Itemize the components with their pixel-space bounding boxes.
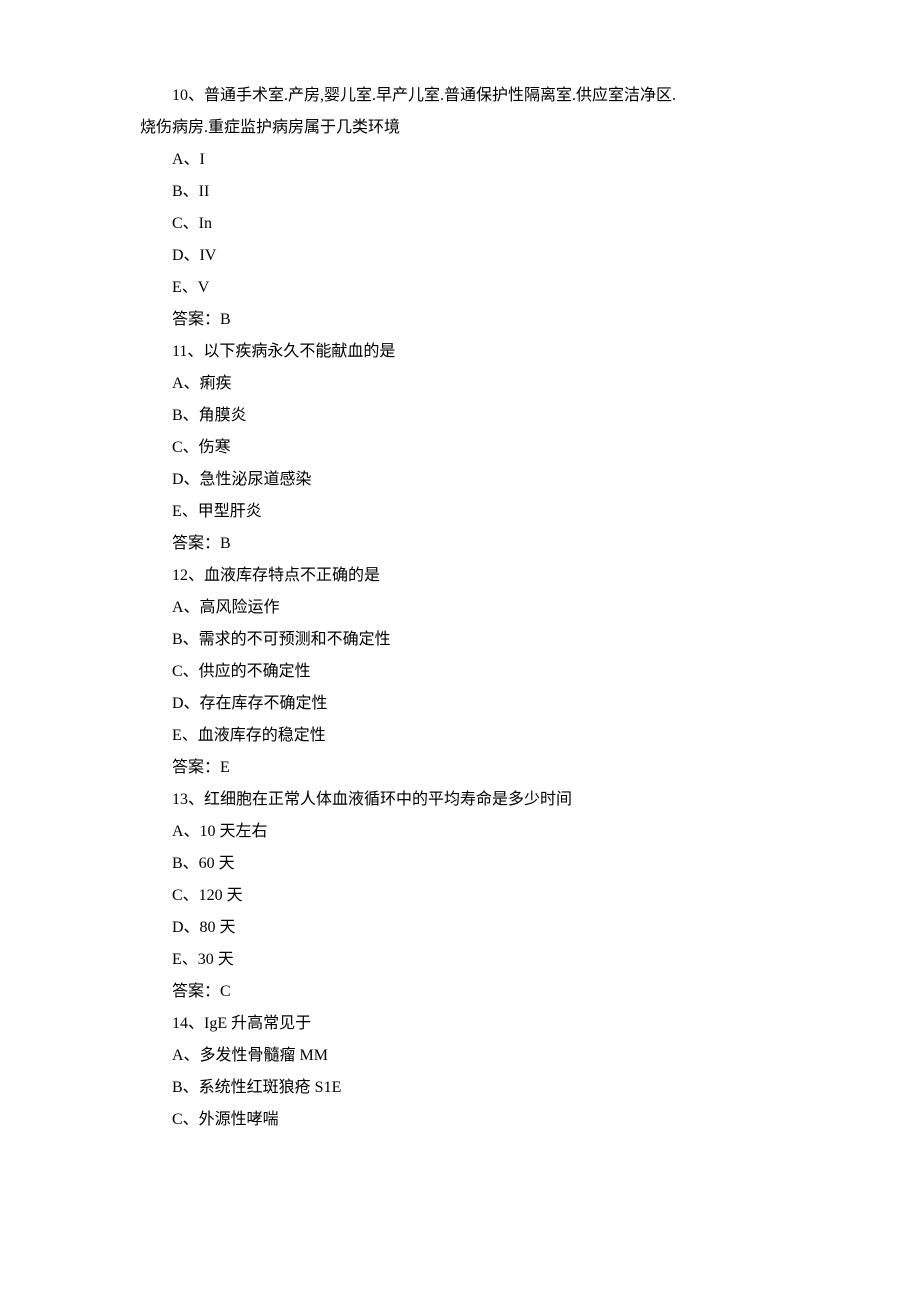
question-11-answer: 答案：B xyxy=(140,528,820,560)
question-14-option-a: A、多发性骨髓瘤 MM xyxy=(140,1040,820,1072)
question-13-answer: 答案：C xyxy=(140,976,820,1008)
question-12-text: 12、血液库存特点不正确的是 xyxy=(140,560,820,592)
question-12-option-e: E、血液库存的稳定性 xyxy=(140,720,820,752)
question-12-answer: 答案：E xyxy=(140,752,820,784)
question-12-option-d: D、存在库存不确定性 xyxy=(140,688,820,720)
question-14-text: 14、IgE 升高常见于 xyxy=(140,1008,820,1040)
question-13-text: 13、红细胞在正常人体血液循环中的平均寿命是多少时间 xyxy=(140,784,820,816)
question-13-option-b: B、60 天 xyxy=(140,848,820,880)
question-11-option-a: A、痢疾 xyxy=(140,368,820,400)
question-13-option-c: C、120 天 xyxy=(140,880,820,912)
question-10-option-d: D、IV xyxy=(140,240,820,272)
question-11-option-d: D、急性泌尿道感染 xyxy=(140,464,820,496)
question-10-text-cont: 烧伤病房.重症监护病房属于几类环境 xyxy=(140,112,820,144)
question-11-option-b: B、角膜炎 xyxy=(140,400,820,432)
question-10-text: 10、普通手术室.产房,婴儿室.早产儿室.普通保护性隔离室.供应室洁净区. xyxy=(140,80,820,112)
question-13-option-e: E、30 天 xyxy=(140,944,820,976)
question-10-option-e: E、V xyxy=(140,272,820,304)
question-14-option-b: B、系统性红斑狼疮 S1E xyxy=(140,1072,820,1104)
question-10-option-c: C、In xyxy=(140,208,820,240)
question-12-option-b: B、需求的不可预测和不确定性 xyxy=(140,624,820,656)
question-11-text: 11、以下疾病永久不能献血的是 xyxy=(140,336,820,368)
question-14-option-c: C、外源性哮喘 xyxy=(140,1104,820,1136)
question-12-option-a: A、高风险运作 xyxy=(140,592,820,624)
question-13-option-a: A、10 天左右 xyxy=(140,816,820,848)
question-11-option-e: E、甲型肝炎 xyxy=(140,496,820,528)
question-10-answer: 答案：B xyxy=(140,304,820,336)
question-10-option-a: A、I xyxy=(140,144,820,176)
question-12-option-c: C、供应的不确定性 xyxy=(140,656,820,688)
document-page: 10、普通手术室.产房,婴儿室.早产儿室.普通保护性隔离室.供应室洁净区. 烧伤… xyxy=(0,0,920,1176)
question-10-option-b: B、II xyxy=(140,176,820,208)
question-11-option-c: C、伤寒 xyxy=(140,432,820,464)
question-13-option-d: D、80 天 xyxy=(140,912,820,944)
